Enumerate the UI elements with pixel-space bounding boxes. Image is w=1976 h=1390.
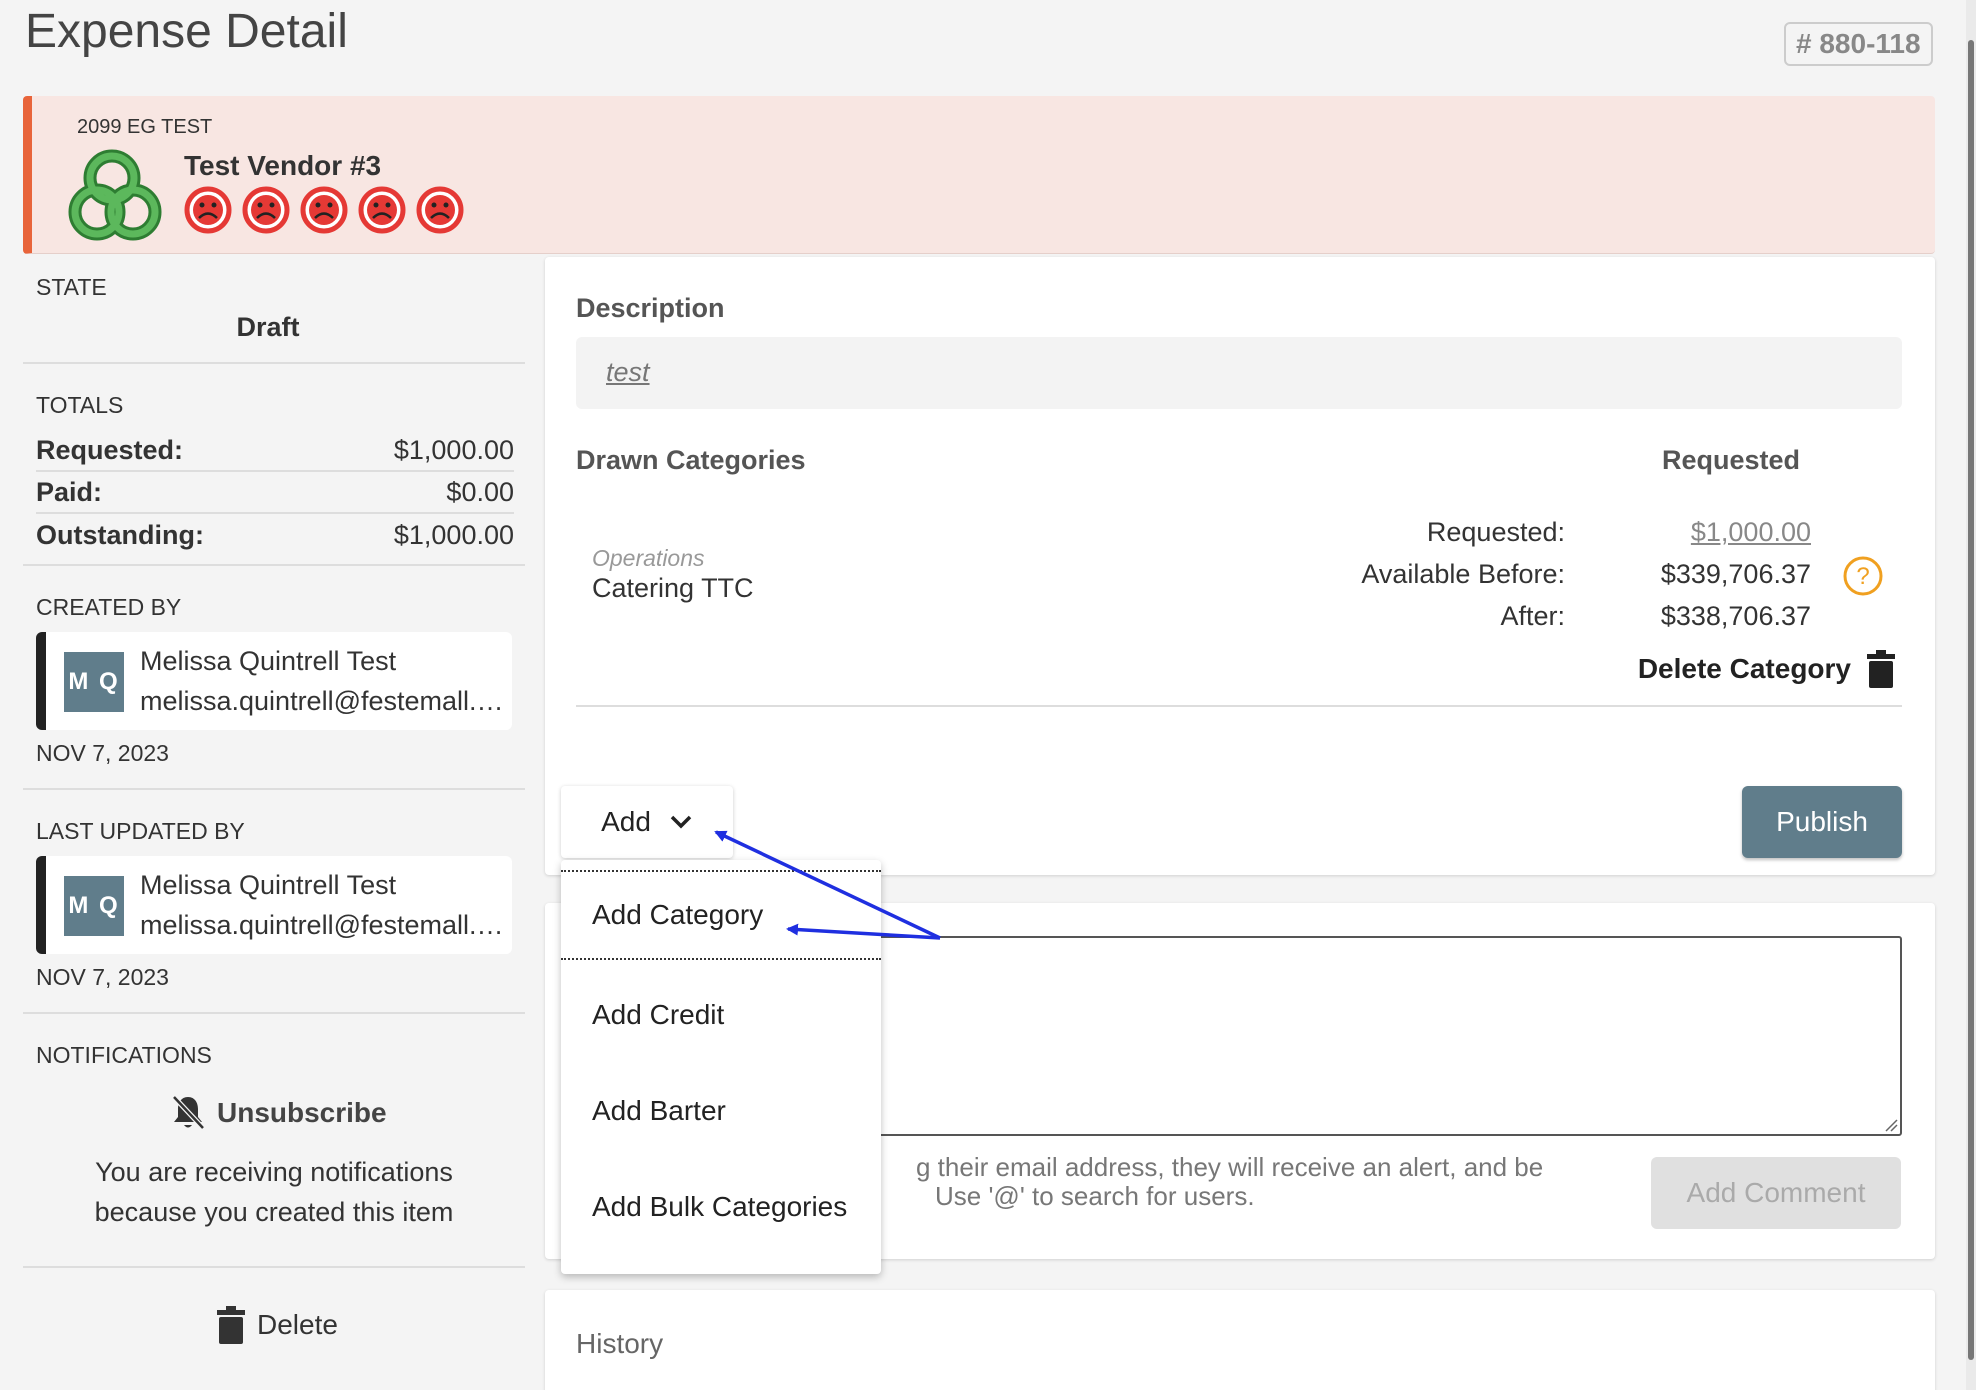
vendor-banner: 2099 EG TEST Test Vendor #3 xyxy=(23,96,1935,254)
updated-by-user-card[interactable]: M Q Melissa Quintrell Test melissa.quint… xyxy=(36,856,512,954)
record-id-badge: # 880-118 xyxy=(1784,22,1933,66)
notifications-label: NOTIFICATIONS xyxy=(36,1042,212,1068)
avatar: M Q xyxy=(64,652,124,712)
delete-category-button[interactable]: Delete Category xyxy=(1638,650,1895,688)
user-name: Melissa Quintrell Test xyxy=(140,646,397,676)
sad-face-icon xyxy=(416,186,464,234)
delete-category-label: Delete Category xyxy=(1637,653,1851,684)
total-label: Paid: xyxy=(36,476,103,507)
description-label: Description xyxy=(576,293,725,323)
sad-face-icon xyxy=(300,186,348,234)
state-label: STATE xyxy=(36,274,107,300)
menu-item-add-bulk-categories[interactable]: Add Bulk Categories xyxy=(561,1162,881,1252)
bell-off-icon xyxy=(172,1095,205,1130)
drawn-categories-label: Drawn Categories xyxy=(576,445,806,475)
divider xyxy=(23,564,525,566)
resize-handle-icon[interactable] xyxy=(1884,1118,1898,1132)
state-section: STATE xyxy=(36,274,526,301)
menu-item-add-credit[interactable]: Add Credit xyxy=(561,970,881,1060)
sidebar: STATE Draft TOTALS Requested: $1,000.00 … xyxy=(23,254,525,1390)
delete-label: Delete xyxy=(257,1309,338,1340)
page-title: Expense Detail xyxy=(25,5,348,58)
sad-face-icon xyxy=(242,186,290,234)
menu-item-add-barter[interactable]: Add Barter xyxy=(561,1066,881,1156)
sad-face-icon xyxy=(358,186,406,234)
divider xyxy=(23,362,525,364)
total-row-requested: Requested: $1,000.00 xyxy=(36,430,514,472)
add-dropdown-button[interactable]: Add xyxy=(561,786,733,858)
divider xyxy=(23,788,525,790)
created-by-user-card[interactable]: M Q Melissa Quintrell Test melissa.quint… xyxy=(36,632,512,730)
add-dropdown-menu: Add Category Add Credit Add Barter Add B… xyxy=(561,860,881,1274)
requested-label: Requested: xyxy=(1426,517,1565,547)
delete-button[interactable]: Delete xyxy=(217,1306,338,1344)
requested-amount-link[interactable]: $1,000.00 xyxy=(1691,517,1811,548)
last-updated-by-label: LAST UPDATED BY xyxy=(36,818,245,844)
vendor-name: Test Vendor #3 xyxy=(184,150,382,181)
total-row-outstanding: Outstanding: $1,000.00 xyxy=(36,514,514,556)
page-scrollbar[interactable] xyxy=(1966,0,1976,1390)
sad-face-icon xyxy=(184,186,232,234)
total-value: $0.00 xyxy=(446,476,514,507)
divider xyxy=(23,1266,525,1268)
requested-column-header: Requested xyxy=(1662,445,1801,475)
total-row-paid: Paid: $0.00 xyxy=(36,472,514,514)
total-label: Outstanding: xyxy=(36,519,204,550)
notification-text-line: You are receiving notifications xyxy=(95,1157,453,1187)
notification-text-line: because you created this item xyxy=(94,1197,454,1227)
divider xyxy=(23,1012,525,1014)
user-email: melissa.quintrell@festemall.com xyxy=(140,910,510,940)
category-name: Catering TTC xyxy=(592,573,754,603)
vendor-logo-icon xyxy=(68,149,162,241)
trash-icon xyxy=(217,1306,245,1344)
unsubscribe-label: Unsubscribe xyxy=(217,1097,387,1128)
user-name: Melissa Quintrell Test xyxy=(140,870,397,900)
unsubscribe-button[interactable]: Unsubscribe xyxy=(171,1094,387,1132)
total-value: $1,000.00 xyxy=(393,434,514,465)
available-before-value: $339,706.37 xyxy=(1660,559,1811,589)
after-label: After: xyxy=(1500,601,1565,631)
avatar: M Q xyxy=(64,876,124,936)
divider xyxy=(576,705,1902,707)
description-field[interactable]: test xyxy=(576,337,1902,409)
vendor-org: 2099 EG TEST xyxy=(77,116,213,138)
add-label: Add xyxy=(601,806,651,837)
vendor-rating xyxy=(184,186,464,234)
trash-icon xyxy=(1867,650,1895,688)
scrollbar-thumb[interactable] xyxy=(1968,40,1974,1360)
totals-label: TOTALS xyxy=(36,392,124,418)
totals-table: Requested: $1,000.00 Paid: $0.00 Outstan… xyxy=(36,430,526,556)
help-icon[interactable]: ? xyxy=(1842,555,1884,597)
menu-item-add-category[interactable]: Add Category xyxy=(561,870,881,960)
total-label: Requested: xyxy=(36,434,184,465)
publish-button[interactable]: Publish xyxy=(1742,786,1902,858)
svg-text:?: ? xyxy=(1856,563,1869,590)
description-value: test xyxy=(606,357,650,387)
created-date: NOV 7, 2023 xyxy=(36,740,169,766)
created-by-label: CREATED BY xyxy=(36,594,182,620)
history-card: History xyxy=(545,1290,1935,1390)
total-value: $1,000.00 xyxy=(393,519,514,550)
after-value: $338,706.37 xyxy=(1660,601,1811,631)
add-comment-button[interactable]: Add Comment xyxy=(1651,1157,1901,1229)
available-before-label: Available Before: xyxy=(1361,559,1565,589)
state-value: Draft xyxy=(236,312,300,342)
user-email: melissa.quintrell@festemall.com xyxy=(140,686,510,716)
expense-main-card: Description test Drawn Categories Reques… xyxy=(545,257,1935,875)
chevron-down-icon xyxy=(670,815,692,829)
updated-date: NOV 7, 2023 xyxy=(36,964,169,990)
history-label: History xyxy=(576,1328,664,1359)
category-group: Operations xyxy=(592,545,705,571)
notification-reason: You are receiving notifications because … xyxy=(23,1152,525,1232)
